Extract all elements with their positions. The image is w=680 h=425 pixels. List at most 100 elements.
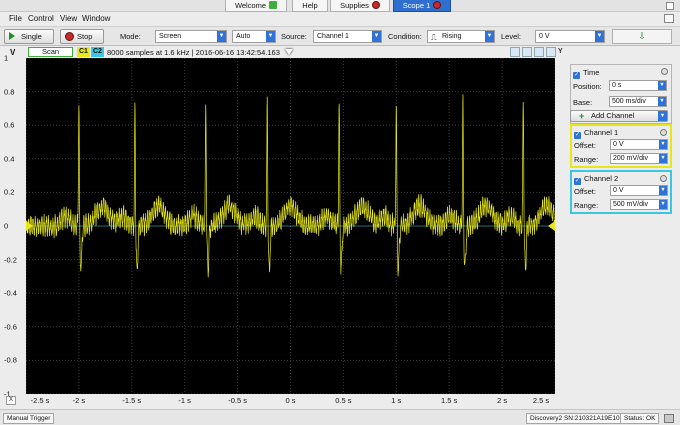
channel-2-group: ✓ Channel 2 Offset: 0 V ▼ Range: 500 mV/di… xyxy=(570,170,672,214)
ch1-range-select[interactable]: 200 mV/div ▼ xyxy=(610,153,668,164)
c1-badge[interactable]: C1 xyxy=(77,47,90,57)
scope-plot[interactable] xyxy=(25,57,556,395)
gear-icon[interactable] xyxy=(660,129,667,136)
x-tick-label: -2 s xyxy=(72,396,86,405)
x-tick-label: -1.5 s xyxy=(122,396,142,405)
x-tick-label: 0.5 s xyxy=(335,396,352,405)
settings-panel: ✓ Time Position: 0 s ▼ Base: 500 ms/div ▼ +… xyxy=(566,46,680,406)
c2-badge[interactable]: C2 xyxy=(91,47,104,57)
stop-label: Stop xyxy=(77,32,93,41)
ch2-range-label: Range: xyxy=(574,201,599,210)
ch2-range-select[interactable]: 500 mV/div ▼ xyxy=(610,199,668,210)
rising-edge-icon: ⎍ xyxy=(431,33,437,42)
supplies-status-icon xyxy=(371,1,380,9)
x-tick-label: 2.5 s xyxy=(532,396,550,405)
chevron-down-icon: ▼ xyxy=(595,31,604,42)
ch1-offset-value: 0 V xyxy=(613,141,624,148)
condition-select[interactable]: ⎍ Rising ▼ xyxy=(427,30,495,43)
pan-icon[interactable] xyxy=(534,47,544,57)
trigger-position-marker[interactable] xyxy=(285,49,293,55)
menu-window[interactable]: Window xyxy=(82,14,110,23)
panel-icon[interactable] xyxy=(664,14,674,23)
x-menu-button[interactable]: X xyxy=(6,396,16,405)
base-label: Base: xyxy=(573,98,593,107)
mode-select[interactable]: Screen ▼ xyxy=(155,30,227,43)
zoom-out-icon[interactable] xyxy=(522,47,532,57)
source-label: Source: xyxy=(281,32,307,41)
y-tick-label: 0.2 xyxy=(4,187,15,197)
stop-icon xyxy=(65,32,74,41)
stop-button[interactable]: Stop xyxy=(60,29,104,44)
y-menu-icon[interactable]: Y xyxy=(558,48,563,55)
chevron-down-icon: ▼ xyxy=(266,31,275,42)
ch2-offset-input[interactable]: 0 V ▼ xyxy=(610,185,668,196)
menu-view[interactable]: View xyxy=(60,14,77,23)
tab-help-label: Help xyxy=(302,1,318,10)
y-tick-label: 1 xyxy=(4,53,9,63)
add-channel-label: Add Channel xyxy=(591,111,635,120)
channel-2-header[interactable]: ✓ Channel 2 xyxy=(574,174,618,185)
tab-welcome[interactable]: Welcome xyxy=(225,0,287,12)
menu-control[interactable]: Control xyxy=(28,14,54,23)
channel-1-header[interactable]: ✓ Channel 1 xyxy=(574,128,618,139)
auto-select[interactable]: Auto ▼ xyxy=(232,30,276,43)
base-value: 500 ms/div xyxy=(612,98,646,105)
x-tick-label: -2.5 s xyxy=(30,396,50,405)
ch1-offset-label: Offset: xyxy=(574,141,596,150)
y-tick-label: 0.4 xyxy=(4,154,15,164)
acquisition-info: 8000 samples at 1.6 kHz | 2016-06-16 13:… xyxy=(107,48,280,57)
y-tick-label: 0.6 xyxy=(4,120,15,130)
zoom-icon[interactable] xyxy=(510,47,520,57)
ch1-offset-input[interactable]: 0 V ▼ xyxy=(610,139,668,150)
source-select[interactable]: Channel 1 ▼ xyxy=(313,30,382,43)
channel-1-group: ✓ Channel 1 Offset: 0 V ▼ Range: 200 mV/di… xyxy=(570,124,672,168)
plus-icon: + xyxy=(579,111,585,121)
chevron-down-icon: ▼ xyxy=(659,154,667,163)
channel-1-checkbox[interactable]: ✓ xyxy=(574,132,581,139)
scan-indicator: Scan xyxy=(28,47,73,57)
x-tick-label: 1.5 s xyxy=(441,396,458,405)
level-input[interactable]: 0 V ▼ xyxy=(535,30,605,43)
time-header[interactable]: ✓ Time xyxy=(573,68,599,79)
tab-scope-1[interactable]: Scope 1 xyxy=(393,0,451,12)
app-window: { "tabs":[ {"label":"Welcome","icon":"we… xyxy=(0,0,680,425)
level-label: Level: xyxy=(501,32,522,41)
tab-bar: Welcome Help Supplies Scope 1 xyxy=(0,0,680,12)
scan-label: Scan xyxy=(41,47,60,56)
gear-icon[interactable] xyxy=(660,175,667,182)
settings-icon[interactable] xyxy=(546,47,556,57)
position-value: 0 s xyxy=(612,82,622,89)
tab-supplies[interactable]: Supplies xyxy=(330,0,390,12)
device-info[interactable]: Discovery2 SN:210321A19E10 xyxy=(526,413,624,424)
tab-help[interactable]: Help xyxy=(292,0,328,12)
position-label: Position: xyxy=(573,82,602,91)
status-text: Status: OK xyxy=(620,413,660,424)
chevron-down-icon: ▼ xyxy=(485,31,494,42)
base-select[interactable]: 500 ms/div ▼ xyxy=(609,96,667,107)
ch2-offset-label: Offset: xyxy=(574,187,596,196)
position-input[interactable]: 0 s ▼ xyxy=(609,80,667,91)
y-axis-labels: 1 0.8 0.6 0.4 0.2 0 -0.2 -0.4 -0.6 -0.8 -1 xyxy=(0,54,26,399)
condition-label: Condition: xyxy=(388,32,422,41)
tab-supplies-label: Supplies xyxy=(340,1,369,10)
source-value: Channel 1 xyxy=(317,33,349,40)
single-button[interactable]: Single xyxy=(4,29,54,44)
y-tick-label: -0.2 xyxy=(4,255,17,265)
y-tick-label: 0 xyxy=(4,221,9,231)
y-unit-label: V xyxy=(10,48,16,57)
add-channel-button[interactable]: + Add Channel ▼ xyxy=(570,110,668,122)
x-tick-label: -1 s xyxy=(178,396,191,405)
time-checkbox[interactable]: ✓ xyxy=(573,72,580,79)
trigger-level-marker[interactable] xyxy=(548,221,555,231)
gear-icon[interactable] xyxy=(661,68,668,75)
x-menu-label: X xyxy=(8,397,13,403)
chevron-down-icon: ▼ xyxy=(659,186,667,195)
arrow-down-icon[interactable]: ⇩ xyxy=(612,29,672,44)
x-tick-label: -0.5 s xyxy=(228,396,247,405)
channel-2-checkbox[interactable]: ✓ xyxy=(574,178,581,185)
chevron-down-icon: ▼ xyxy=(658,81,666,90)
window-restore-icon[interactable] xyxy=(666,2,674,10)
manual-trigger-button[interactable]: Manual Trigger xyxy=(3,413,55,424)
ch1-range-value: 200 mV/div xyxy=(613,155,649,162)
menu-file[interactable]: File xyxy=(9,14,22,23)
